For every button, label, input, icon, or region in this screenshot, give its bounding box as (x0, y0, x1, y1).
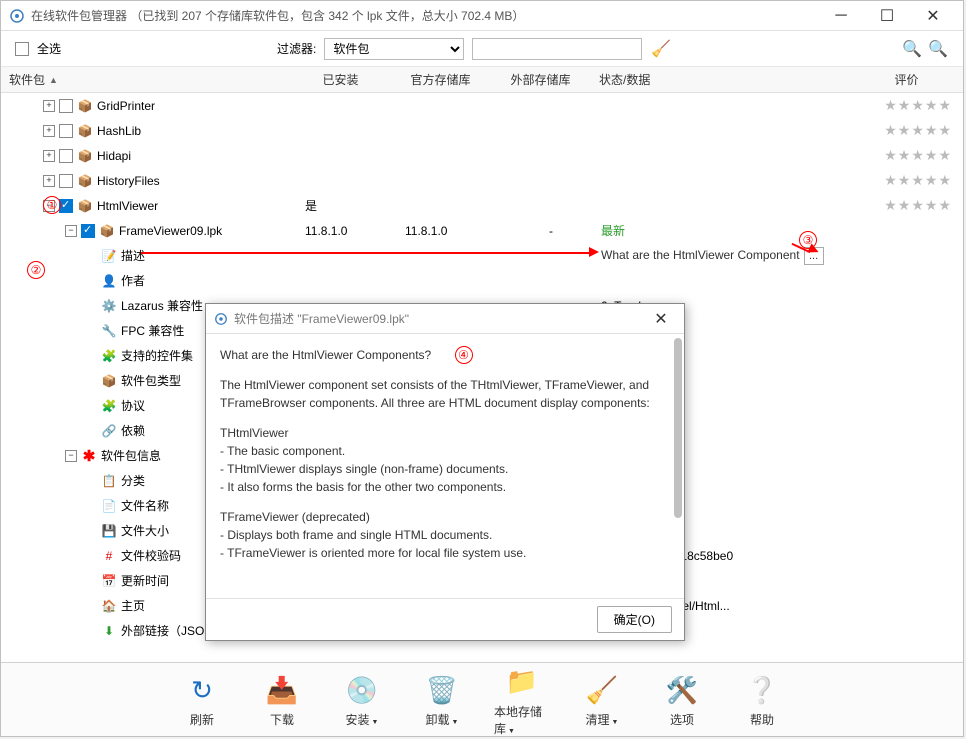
gear-icon: ⚙️ (101, 298, 117, 314)
select-all-label: 全选 (37, 40, 61, 57)
pkg-checkbox[interactable] (59, 199, 73, 213)
chevron-down-icon: ▼ (508, 728, 515, 735)
expand-toggle[interactable]: + (43, 125, 55, 137)
package-icon: 📦 (77, 173, 93, 189)
status-latest: 最新 (601, 222, 861, 239)
package-icon: 📦 (77, 123, 93, 139)
expand-toggle[interactable]: + (43, 100, 55, 112)
broom-icon[interactable]: 🧹 (650, 38, 672, 60)
package-row: +📦GridPrinter ★★★★★ (1, 93, 963, 118)
chevron-down-icon: ▼ (452, 719, 459, 726)
pkg-checkbox[interactable] (59, 99, 73, 113)
prop-author: 👤作者 (1, 268, 963, 293)
person-icon: 👤 (101, 273, 117, 289)
lpk-file-row: −📦FrameViewer09.lpk 11.8.1.0 11.8.1.0 - … (1, 218, 963, 243)
collapse-toggle[interactable]: − (65, 450, 77, 462)
download-icon: ⬇ (101, 623, 117, 639)
col-status-header[interactable]: 状态/数据 (591, 71, 851, 88)
minimize-button[interactable]: ─ (819, 2, 863, 30)
bottom-toolbar: ↻刷新 📥下载 💿安装▼ 🗑️卸载▼ 📁本地存储库▼ 🧹清理▼ 🛠️选项 ❔帮助 (1, 662, 963, 736)
collapse-toggle[interactable]: − (43, 200, 55, 212)
package-row: +📦HashLib ★★★★★ (1, 118, 963, 143)
dialog-title-text: 软件包描述 "FrameViewer09.lpk" (234, 310, 409, 327)
uninstall-button[interactable]: 🗑️卸载▼ (414, 671, 470, 728)
dialog-close-button[interactable]: ✕ (646, 308, 676, 330)
titlebar: 在线软件包管理器 （已找到 207 个存储库软件包，包含 342 个 lpk 文… (1, 1, 963, 31)
localrepo-button[interactable]: 📁本地存储库▼ (494, 663, 550, 737)
sort-asc-icon: ▲ (49, 75, 58, 85)
rating-stars[interactable]: ★★★★★ (884, 172, 951, 189)
box-icon: 📦 (101, 373, 117, 389)
package-row: +📦HistoryFiles ★★★★★ (1, 168, 963, 193)
col-external-header[interactable]: 外部存储库 (491, 71, 591, 88)
window-title: 在线软件包管理器 （已找到 207 个存储库软件包，包含 342 个 lpk 文… (31, 7, 524, 24)
rating-stars[interactable]: ★★★★★ (884, 97, 951, 114)
column-headers: 软件包▲ 已安装 官方存储库 外部存储库 状态/数据 评价 (1, 67, 963, 93)
list-icon: 📋 (101, 473, 117, 489)
app-icon (214, 312, 228, 326)
maximize-button[interactable]: ☐ (865, 2, 909, 30)
expand-toggle[interactable]: + (43, 175, 55, 187)
rating-stars[interactable]: ★★★★★ (884, 122, 951, 139)
dialog-body[interactable]: What are the HtmlViewer Components? ④ Th… (206, 334, 684, 598)
pkg-checkbox[interactable] (59, 149, 73, 163)
doc-icon: 📝 (101, 248, 117, 264)
col-name-header[interactable]: 软件包▲ (1, 71, 291, 88)
pkg-checkbox[interactable] (59, 124, 73, 138)
description-dialog: 软件包描述 "FrameViewer09.lpk" ✕ What are the… (205, 303, 685, 641)
dialog-footer: 确定(O) (206, 598, 684, 640)
collapse-toggle[interactable]: − (65, 225, 77, 237)
add-search-icon[interactable]: 🔍 (901, 38, 923, 60)
filter-type-select[interactable]: 软件包 (324, 38, 464, 60)
package-row-htmlviewer: −📦HtmlViewer 是 ★★★★★ (1, 193, 963, 218)
dialog-scrollbar[interactable] (674, 338, 682, 518)
rating-stars[interactable]: ★★★★★ (884, 147, 951, 164)
col-official-header[interactable]: 官方存储库 (391, 71, 491, 88)
chevron-down-icon: ▼ (372, 719, 379, 726)
ok-button[interactable]: 确定(O) (597, 606, 672, 633)
col-rating-header[interactable]: 评价 (851, 71, 963, 88)
close-button[interactable]: ✕ (911, 2, 955, 30)
size-icon: 💾 (101, 523, 117, 539)
dialog-p1: The HtmlViewer component set consists of… (220, 376, 670, 412)
chevron-down-icon: ▼ (612, 719, 619, 726)
refresh-button[interactable]: ↻刷新 (174, 671, 230, 728)
dialog-question: What are the HtmlViewer Components? (220, 348, 431, 362)
pkg-checkbox[interactable] (81, 224, 95, 238)
calendar-icon: 📅 (101, 573, 117, 589)
link-icon: 🔗 (101, 423, 117, 439)
package-icon: 📦 (77, 98, 93, 114)
download-button[interactable]: 📥下载 (254, 671, 310, 728)
package-icon: 📦 (77, 198, 93, 214)
filter-label: 过滤器: (277, 40, 316, 57)
search-icon[interactable]: 🔍 (927, 38, 949, 60)
puzzle-icon: 🧩 (101, 398, 117, 414)
fpc-icon: 🔧 (101, 323, 117, 339)
filter-text-input[interactable] (472, 38, 642, 60)
options-button[interactable]: 🛠️选项 (654, 671, 710, 728)
app-icon (9, 8, 25, 24)
pkg-checkbox[interactable] (59, 174, 73, 188)
file-icon: 📄 (101, 498, 117, 514)
widget-icon: 🧩 (101, 348, 117, 364)
annotation-arrow (141, 252, 591, 254)
home-icon: 🏠 (101, 598, 117, 614)
dialog-titlebar: 软件包描述 "FrameViewer09.lpk" ✕ (206, 304, 684, 334)
rating-stars[interactable]: ★★★★★ (884, 197, 951, 214)
install-button[interactable]: 💿安装▼ (334, 671, 390, 728)
cleanup-button[interactable]: 🧹清理▼ (574, 671, 630, 728)
lpk-icon: 📦 (99, 223, 115, 239)
hash-icon: # (101, 548, 117, 564)
col-installed-header[interactable]: 已安装 (291, 71, 391, 88)
annotation-arrowhead (589, 247, 599, 257)
expand-toggle[interactable]: + (43, 150, 55, 162)
package-icon: 📦 (77, 148, 93, 164)
asterisk-icon: ✱ (81, 448, 97, 464)
package-row: +📦Hidapi ★★★★★ (1, 143, 963, 168)
annotation-4: ④ (455, 346, 473, 364)
help-button[interactable]: ❔帮助 (734, 671, 790, 728)
select-all-checkbox[interactable] (15, 42, 29, 56)
filter-bar: 全选 过滤器: 软件包 🧹 🔍 🔍 (1, 31, 963, 67)
